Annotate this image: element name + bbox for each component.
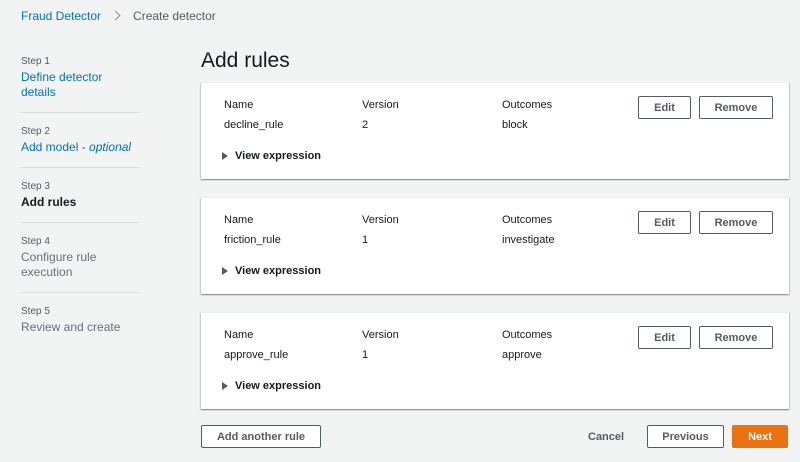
step-link-define-detector-details[interactable]: Define detector details: [21, 70, 139, 100]
rule-name: decline_rule: [224, 119, 284, 131]
add-another-rule-button[interactable]: Add another rule: [201, 425, 321, 448]
column-header-name: Name: [224, 329, 254, 341]
column-header-version: Version: [362, 214, 399, 226]
breadcrumb-current: Create detector: [133, 9, 216, 23]
previous-button[interactable]: Previous: [647, 425, 724, 448]
breadcrumb: Fraud Detector Create detector: [21, 9, 216, 23]
breadcrumb-fraud-detector-link[interactable]: Fraud Detector: [21, 9, 101, 23]
step-label-text: Add model -: [21, 140, 90, 154]
rule-outcome: investigate: [502, 234, 555, 246]
step-link-add-model[interactable]: Add model - optional: [21, 140, 139, 155]
cancel-button[interactable]: Cancel: [588, 431, 624, 443]
step-configure-rule-execution: Configure rule execution: [21, 250, 97, 279]
page-title: Add rules: [201, 49, 290, 72]
column-header-version: Version: [362, 99, 399, 111]
rule-outcomes-column: Outcomes approve: [502, 329, 552, 361]
rule-name: friction_rule: [224, 234, 281, 246]
column-header-outcomes: Outcomes: [502, 99, 553, 111]
column-header-name: Name: [224, 99, 254, 111]
view-expression-toggle[interactable]: View expression: [222, 150, 321, 162]
rule-outcomes-column: Outcomes investigate: [502, 214, 555, 246]
next-button[interactable]: Next: [732, 425, 788, 448]
edit-rule-button[interactable]: Edit: [638, 96, 691, 119]
wizard-step-2: Step 2 Add model - optional: [21, 126, 139, 168]
step-number: Step 5: [21, 306, 50, 317]
step-review-and-create: Review and create: [21, 320, 121, 334]
edit-rule-button[interactable]: Edit: [638, 211, 691, 234]
wizard-step-5: Step 5 Review and create: [21, 306, 139, 347]
rule-card: Name decline_rule Version 2 Outcomes blo…: [201, 82, 789, 179]
optional-label: optional: [89, 140, 132, 154]
rule-version: 1: [362, 234, 369, 246]
step-current-add-rules: Add rules: [21, 195, 77, 209]
caret-right-icon: [222, 152, 228, 160]
step-number: Step 2: [21, 126, 50, 137]
rule-version-column: Version 2: [362, 99, 399, 131]
edit-rule-button[interactable]: Edit: [638, 326, 691, 349]
view-expression-toggle[interactable]: View expression: [222, 380, 321, 392]
column-header-outcomes: Outcomes: [502, 214, 553, 226]
wizard-steps-nav: Step 1 Define detector details Step 2 Ad…: [21, 56, 139, 360]
step-number: Step 3: [21, 181, 50, 192]
view-expression-toggle[interactable]: View expression: [222, 265, 321, 277]
caret-right-icon: [222, 382, 228, 390]
chevron-right-icon: [107, 9, 127, 23]
rule-card: Name friction_rule Version 1 Outcomes in…: [201, 197, 789, 294]
column-header-version: Version: [362, 329, 399, 341]
step-number: Step 4: [21, 236, 50, 247]
step-number: Step 1: [21, 56, 50, 67]
rule-version: 2: [362, 119, 369, 131]
rule-name-column: Name approve_rule: [224, 329, 288, 361]
wizard-step-1: Step 1 Define detector details: [21, 56, 139, 113]
column-header-name: Name: [224, 214, 254, 226]
remove-rule-button[interactable]: Remove: [699, 211, 773, 234]
wizard-step-3: Step 3 Add rules: [21, 181, 139, 223]
rule-name: approve_rule: [224, 349, 289, 361]
rule-card: Name approve_rule Version 1 Outcomes app…: [201, 312, 789, 409]
view-expression-label: View expression: [235, 265, 322, 277]
view-expression-label: View expression: [235, 380, 322, 392]
rule-version: 1: [362, 349, 369, 361]
column-header-outcomes: Outcomes: [502, 329, 553, 341]
rule-outcomes-column: Outcomes block: [502, 99, 552, 131]
rule-name-column: Name decline_rule: [224, 99, 283, 131]
rule-name-column: Name friction_rule: [224, 214, 281, 246]
remove-rule-button[interactable]: Remove: [699, 96, 773, 119]
view-expression-label: View expression: [235, 150, 322, 162]
rule-outcome: approve: [502, 349, 542, 361]
rule-version-column: Version 1: [362, 329, 399, 361]
wizard-step-4: Step 4 Configure rule execution: [21, 236, 139, 293]
rule-version-column: Version 1: [362, 214, 399, 246]
caret-right-icon: [222, 267, 228, 275]
rule-outcome: block: [502, 119, 528, 131]
remove-rule-button[interactable]: Remove: [699, 326, 773, 349]
